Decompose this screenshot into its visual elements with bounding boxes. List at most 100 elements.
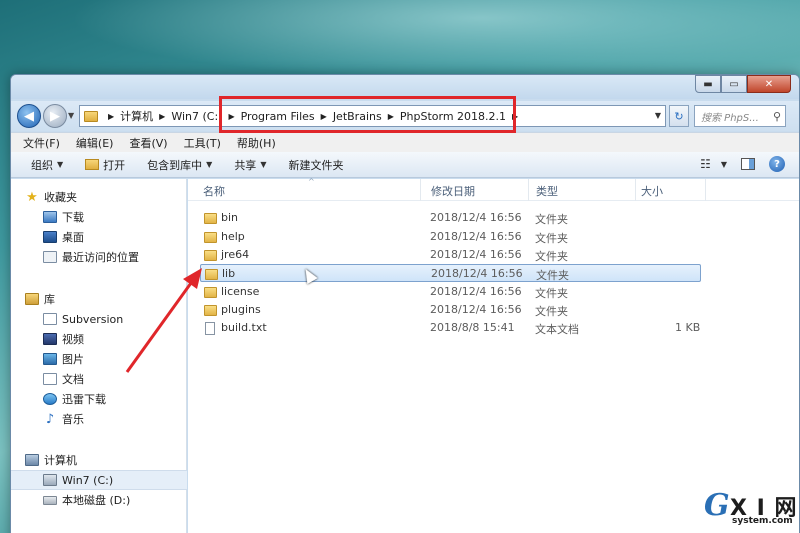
column-type[interactable]: 类型 [536, 183, 558, 199]
chevron-right-icon[interactable]: ▶ [108, 112, 114, 121]
video-icon [43, 333, 57, 345]
file-type: 文件夹 [535, 250, 568, 263]
search-input[interactable]: 搜索 PhpS... ⚲ [694, 105, 786, 127]
file-modified: 2018/12/4 16:56 [430, 248, 522, 261]
view-options-icon[interactable]: ☷ [700, 157, 711, 171]
chevron-down-icon: ▼ [57, 160, 64, 169]
sidebar-item-label: 桌面 [62, 231, 84, 244]
file-row-license[interactable]: license 2018/12/4 16:56 文件夹 [200, 283, 701, 301]
breadcrumb-drive-c[interactable]: Win7 (C:) [171, 110, 222, 123]
star-icon: ★ [26, 189, 38, 205]
library-icon [25, 293, 39, 305]
watermark-site: system.com [732, 516, 793, 526]
folder-icon [204, 305, 217, 316]
sidebar-item-documents[interactable]: 文档 [11, 369, 187, 389]
open-button[interactable]: 打开 [85, 157, 125, 173]
column-header: 名称 ^ 修改日期 类型 大小 [188, 177, 799, 201]
picture-icon [43, 353, 57, 365]
sidebar-item-label: 计算机 [44, 454, 77, 467]
organize-button[interactable]: 组织 ▼ [31, 157, 63, 173]
window-controls: ▬ ▭ ✕ [695, 75, 791, 93]
sidebar-item-pictures[interactable]: 图片 [11, 349, 187, 369]
file-list-pane: 名称 ^ 修改日期 类型 大小 bin 2018/12/4 16:56 文件夹 … [188, 177, 799, 533]
column-modified[interactable]: 修改日期 [431, 183, 475, 199]
close-button[interactable]: ✕ [747, 75, 791, 93]
include-in-library-label: 包含到库中 [147, 158, 203, 172]
menu-help[interactable]: 帮助(H) [237, 135, 276, 151]
breadcrumb-computer[interactable]: 计算机 [120, 108, 153, 124]
include-in-library-button[interactable]: 包含到库中 ▼ [147, 157, 212, 173]
sidebar-favorites[interactable]: ★ 收藏夹 [11, 187, 187, 207]
column-divider[interactable] [635, 179, 636, 201]
chevron-down-icon[interactable]: ▼ [721, 160, 727, 169]
file-modified: 2018/8/8 15:41 [430, 321, 515, 334]
sort-ascending-icon: ^ [308, 177, 315, 186]
sidebar-item-label: 视频 [62, 333, 84, 346]
maximize-button[interactable]: ▭ [721, 75, 747, 93]
back-button[interactable]: ◀ [17, 104, 41, 128]
address-dropdown-icon[interactable]: ▼ [655, 111, 661, 120]
open-label: 打开 [103, 158, 126, 172]
file-row-plugins[interactable]: plugins 2018/12/4 16:56 文件夹 [200, 301, 701, 319]
sidebar-item-xunlei-downloads[interactable]: 迅雷下载 [11, 389, 187, 409]
sidebar-computer[interactable]: 计算机 [11, 450, 187, 470]
file-type: 文件夹 [535, 232, 568, 245]
sidebar-item-drive-c[interactable]: Win7 (C:) [11, 470, 187, 490]
file-name: bin [221, 211, 239, 224]
column-size[interactable]: 大小 [641, 183, 663, 199]
sidebar-item-drive-d[interactable]: 本地磁盘 (D:) [11, 490, 187, 510]
sidebar-item-label: Subversion [62, 312, 124, 326]
new-folder-button[interactable]: 新建文件夹 [288, 157, 343, 173]
file-name: license [221, 285, 260, 298]
open-folder-icon [85, 159, 100, 170]
menu-edit[interactable]: 编辑(E) [76, 135, 114, 151]
folder-icon [204, 213, 217, 224]
sidebar-item-label: 音乐 [62, 413, 84, 426]
sidebar-libraries[interactable]: 库 [11, 289, 187, 309]
file-row-bin[interactable]: bin 2018/12/4 16:56 文件夹 [200, 209, 701, 227]
sidebar-item-desktop[interactable]: 桌面 [11, 227, 187, 247]
file-type: 文件夹 [535, 287, 568, 300]
desktop-icon [43, 231, 57, 243]
file-row-build-txt[interactable]: build.txt 2018/8/8 15:41 文本文档 1 KB [200, 319, 701, 337]
preview-pane-icon[interactable] [741, 158, 755, 170]
refresh-button[interactable]: ↻ [669, 105, 689, 127]
file-row-help[interactable]: help 2018/12/4 16:56 文件夹 [200, 228, 701, 246]
file-row-jre64[interactable]: jre64 2018/12/4 16:56 文件夹 [200, 246, 701, 264]
history-dropdown-icon[interactable]: ▼ [68, 111, 74, 120]
column-divider[interactable] [420, 179, 421, 201]
sidebar-item-downloads[interactable]: 下载 [11, 207, 187, 227]
sidebar-item-label: 本地磁盘 (D:) [62, 494, 131, 507]
menu-file[interactable]: 文件(F) [23, 135, 60, 151]
file-modified: 2018/12/4 16:56 [430, 211, 522, 224]
explorer-window: ▬ ▭ ✕ ◀ ▶ ▼ ▶ 计算机 ▶ Win7 (C:) ▶ Program … [10, 74, 800, 533]
file-row-lib[interactable]: lib 2018/12/4 16:56 文件夹 [200, 264, 701, 282]
folder-icon [204, 250, 217, 261]
sidebar-item-videos[interactable]: 视频 [11, 329, 187, 349]
column-divider[interactable] [528, 179, 529, 201]
forward-button[interactable]: ▶ [43, 104, 67, 128]
sidebar-item-subversion[interactable]: Subversion [11, 309, 187, 329]
sidebar-item-label: 收藏夹 [44, 191, 77, 204]
file-name: jre64 [221, 248, 250, 261]
chevron-right-icon[interactable]: ▶ [159, 112, 165, 121]
sidebar-item-recent-places[interactable]: 最近访问的位置 [11, 247, 187, 267]
menu-bar: 文件(F) 编辑(E) 查看(V) 工具(T) 帮助(H) [11, 132, 799, 152]
file-modified: 2018/12/4 16:56 [430, 230, 522, 243]
column-name[interactable]: 名称 [203, 183, 225, 199]
sidebar-item-music[interactable]: ♪ 音乐 [11, 409, 187, 429]
folder-icon [84, 110, 98, 122]
menu-tools[interactable]: 工具(T) [184, 135, 221, 151]
search-placeholder: 搜索 PhpS... [701, 112, 759, 124]
sidebar-item-label: 迅雷下载 [62, 393, 106, 406]
sidebar-item-label: Win7 (C:) [62, 473, 114, 487]
minimize-button[interactable]: ▬ [695, 75, 721, 93]
file-modified: 2018/12/4 16:56 [430, 303, 522, 316]
file-name: help [221, 230, 245, 243]
help-icon[interactable]: ? [769, 156, 785, 172]
file-type: 文件夹 [536, 269, 569, 282]
menu-view[interactable]: 查看(V) [129, 135, 167, 151]
search-icon[interactable]: ⚲ [773, 110, 781, 123]
share-button[interactable]: 共享 ▼ [234, 157, 266, 173]
column-divider[interactable] [705, 179, 706, 201]
